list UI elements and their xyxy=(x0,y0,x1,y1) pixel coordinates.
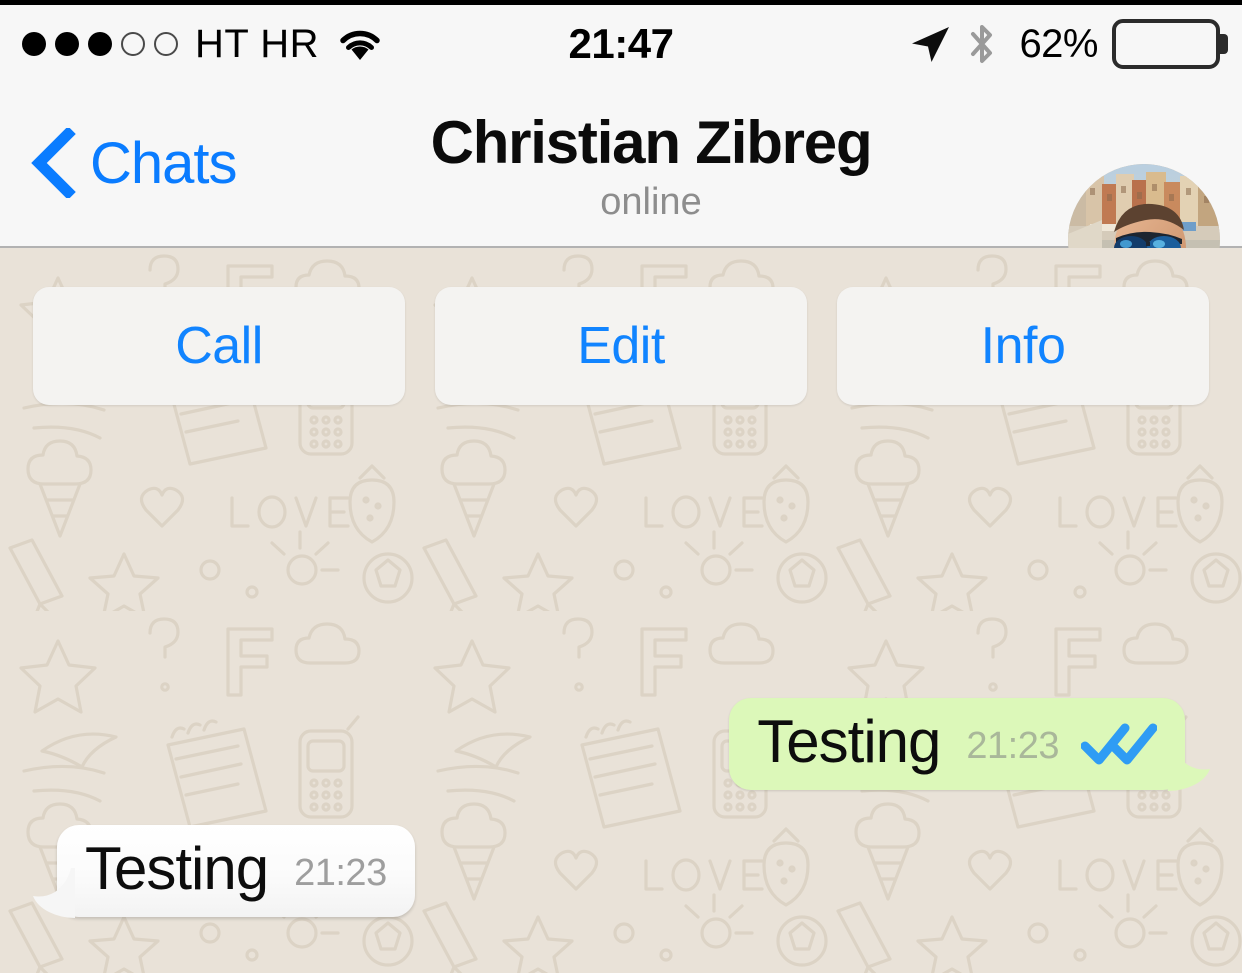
back-button[interactable]: Chats xyxy=(30,78,238,248)
chevron-left-icon xyxy=(30,126,76,200)
back-button-label: Chats xyxy=(90,130,238,196)
page-title: Christian Zibreg xyxy=(430,109,873,176)
battery-percent-label: 62% xyxy=(1019,21,1098,66)
whatsapp-chat-screen: HT HR 21:47 62% Chats Christian Zibreg o… xyxy=(0,0,1242,973)
call-button-label: Call xyxy=(175,317,263,375)
battery-icon xyxy=(1112,19,1228,69)
battery-nub xyxy=(1219,34,1228,54)
bluetooth-icon xyxy=(969,22,995,66)
contact-header[interactable]: Christian Zibreg online xyxy=(260,78,1042,248)
message-bubble-outgoing[interactable]: Testing 21:23 xyxy=(729,698,1210,791)
navigation-bar: Chats Christian Zibreg online xyxy=(0,78,1242,316)
status-bar: HT HR 21:47 62% xyxy=(0,0,1242,78)
edit-button-label: Edit xyxy=(577,317,665,375)
chat-message-area: Call Edit Info Testing 21:23 Testing 21:… xyxy=(0,248,1242,973)
status-bar-right: 62% xyxy=(909,5,1228,83)
bubble-tail-right xyxy=(1168,741,1212,791)
bubble-tail-left xyxy=(31,868,75,918)
location-arrow-icon xyxy=(909,23,951,65)
clock-text: 21:47 xyxy=(568,20,674,67)
info-button-label: Info xyxy=(980,317,1066,375)
edit-button[interactable]: Edit xyxy=(435,287,807,405)
call-button[interactable]: Call xyxy=(33,287,405,405)
message-bubble-incoming[interactable]: Testing 21:23 xyxy=(33,825,415,918)
presence-status: online xyxy=(600,181,702,223)
quick-action-buttons: Call Edit Info xyxy=(33,287,1209,405)
message-text: Testing xyxy=(85,835,269,902)
info-button[interactable]: Info xyxy=(837,287,1209,405)
message-text: Testing xyxy=(757,708,941,775)
message-timestamp: 21:23 xyxy=(294,852,387,894)
double-check-icon xyxy=(1080,720,1158,766)
message-timestamp: 21:23 xyxy=(966,725,1059,767)
